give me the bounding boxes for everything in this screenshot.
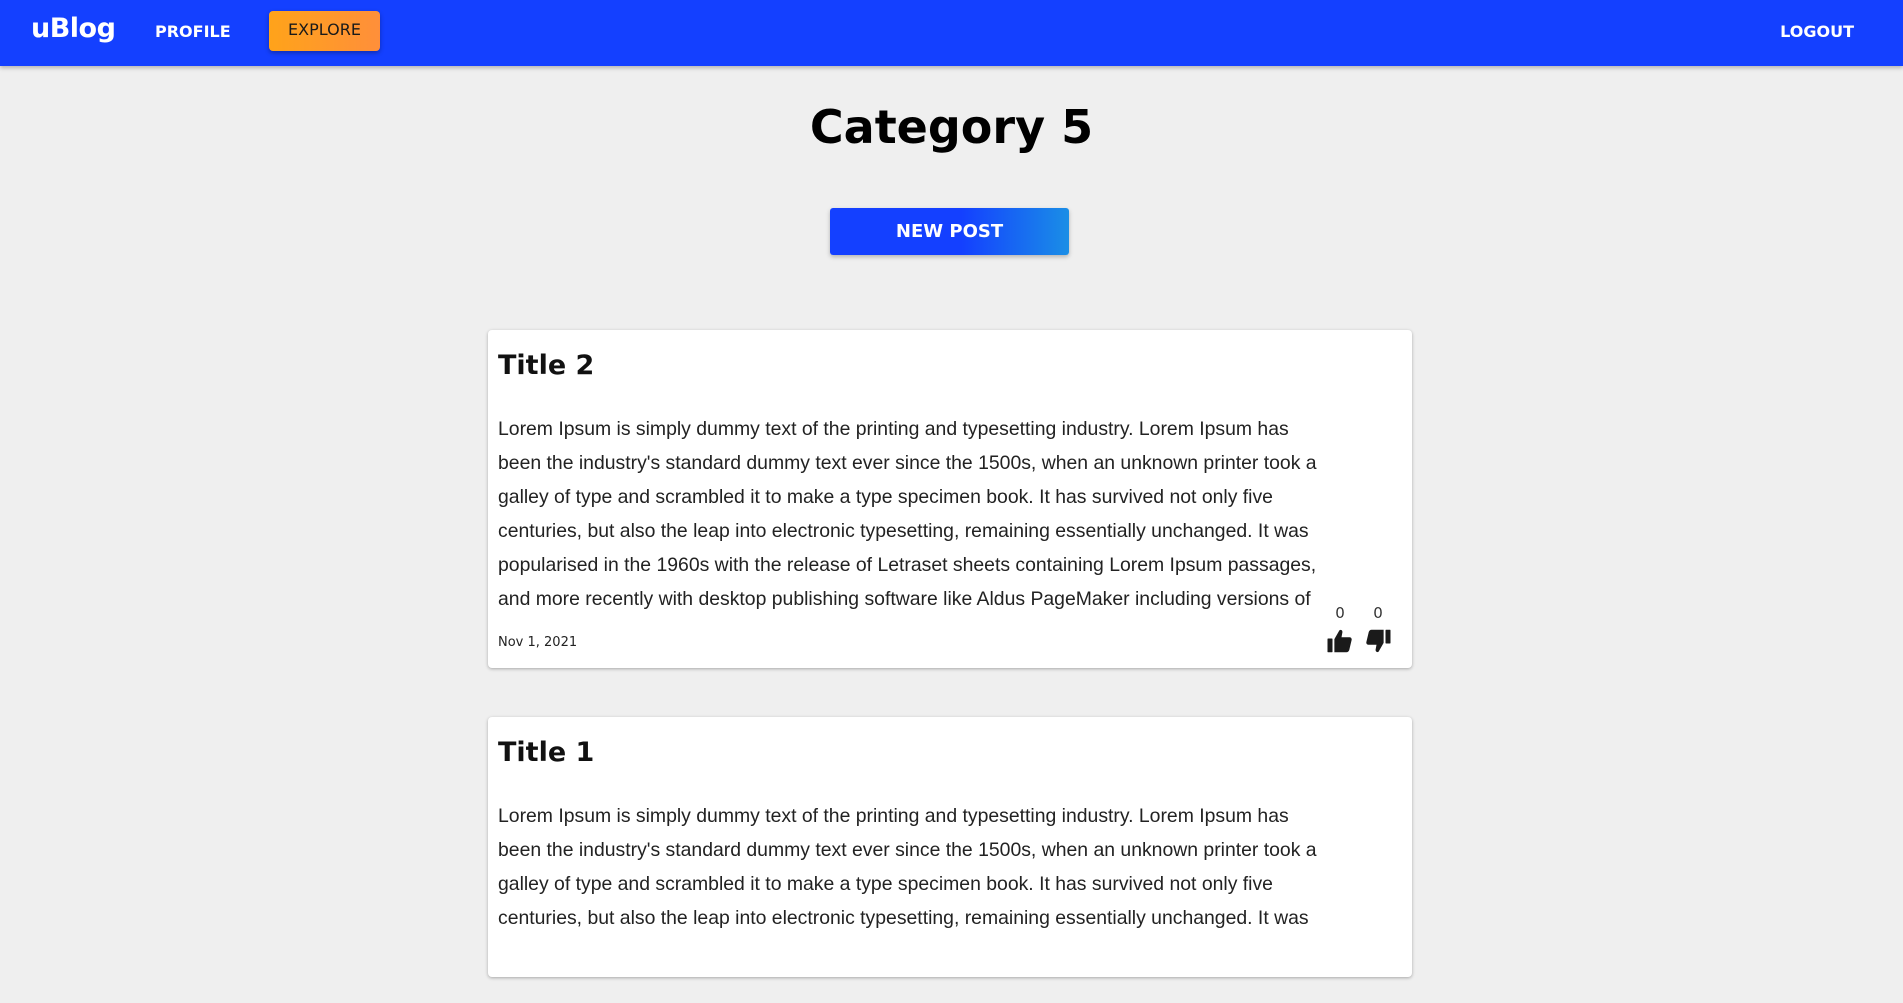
new-post-button[interactable]: NEW POST (830, 208, 1069, 255)
explore-button[interactable]: EXPLORE (269, 11, 380, 51)
post-card[interactable]: Title 1 Lorem Ipsum is simply dummy text… (488, 717, 1412, 977)
post-body: Lorem Ipsum is simply dummy text of the … (498, 805, 1317, 929)
like-control: 0 (1323, 604, 1357, 660)
thumbs-up-icon[interactable] (1325, 626, 1355, 656)
thumbs-down-icon[interactable] (1363, 626, 1393, 656)
logout-link[interactable]: LOGOUT (1780, 22, 1854, 41)
post-body: Lorem Ipsum is simply dummy text of the … (498, 418, 1317, 610)
page-title: Category 5 (809, 100, 1094, 154)
nav-profile-link[interactable]: PROFILE (155, 22, 231, 41)
post-card[interactable]: Title 2 Lorem Ipsum is simply dummy text… (488, 330, 1412, 668)
dislike-control: 0 (1361, 604, 1395, 660)
post-date: Nov 1, 2021 (498, 635, 578, 650)
top-navbar: uBlog PROFILE EXPLORE LOGOUT (0, 0, 1903, 66)
dislike-count: 0 (1373, 604, 1383, 622)
brand-logo[interactable]: uBlog (31, 13, 116, 44)
post-title[interactable]: Title 2 (498, 350, 594, 381)
post-title[interactable]: Title 1 (498, 737, 594, 768)
like-count: 0 (1335, 604, 1345, 622)
